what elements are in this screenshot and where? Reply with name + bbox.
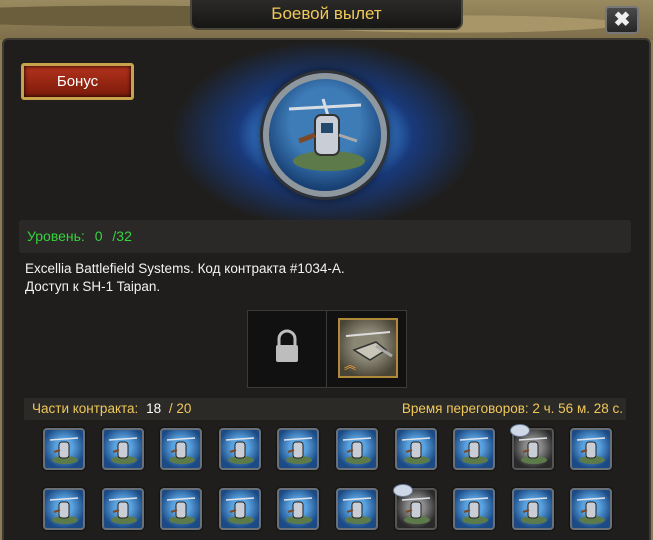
contract-piece[interactable] [101, 428, 144, 470]
description-line-1: Excellia Battlefield Systems. Код контра… [25, 261, 345, 276]
level-max: /32 [112, 228, 132, 244]
helicopter-part-icon [225, 437, 254, 464]
helicopter-emblem-icon [263, 73, 387, 197]
rank-chevron-icon: ︽ [344, 358, 357, 372]
contract-piece[interactable] [160, 488, 203, 530]
contract-piece[interactable] [570, 428, 613, 470]
contract-description: Excellia Battlefield Systems. Код контра… [25, 260, 625, 296]
contract-piece[interactable] [43, 428, 85, 470]
helicopter-part-icon [518, 497, 547, 524]
contract-parts: Части контракта: 18 / 20 [32, 398, 191, 420]
helicopter-part-icon [167, 437, 196, 464]
helicopter-part-icon [342, 497, 372, 524]
contract-piece[interactable] [218, 488, 261, 530]
helicopter-part-icon [460, 437, 489, 464]
helicopter-part-icon [577, 437, 606, 464]
level-label: Уровень: [27, 228, 85, 244]
lock-icon [276, 329, 298, 362]
contract-piece[interactable] [570, 488, 613, 530]
helicopter-part-icon [284, 437, 313, 464]
missing-badge-icon [509, 424, 530, 437]
helicopter-part-icon [577, 497, 606, 524]
contract-piece[interactable] [336, 428, 378, 470]
contract-piece[interactable] [101, 488, 144, 530]
contract-piece[interactable] [43, 488, 85, 530]
parts-current: 18 [146, 401, 162, 416]
close-button[interactable]: ✖ [605, 6, 639, 34]
contract-piece-missing[interactable] [509, 424, 554, 470]
contract-piece-missing[interactable] [392, 484, 437, 530]
helicopter-part-icon [401, 437, 430, 464]
contract-info-bar: Части контракта: 18 / 20 Время переговор… [24, 398, 626, 420]
bonus-button[interactable]: Бонус [21, 63, 134, 100]
contract-piece[interactable] [453, 428, 496, 470]
helicopter-part-icon [460, 497, 489, 524]
level-current: 0 [94, 228, 103, 244]
helicopter-part-icon [167, 497, 196, 524]
negotiation-timer: Время переговоров: 2 ч. 56 м. 28 с. [401, 401, 623, 416]
helicopter-part-icon [108, 497, 137, 524]
helicopter-part-icon [284, 497, 313, 524]
window-title: Боевой вылет [190, 0, 463, 30]
contract-piece[interactable] [218, 428, 261, 470]
level-bar: Уровень: 0 /32 [19, 220, 631, 253]
parts-total: / 20 [168, 401, 192, 416]
contract-piece[interactable] [277, 488, 320, 530]
reward-slots: ︽ [247, 310, 407, 388]
missing-badge-icon [392, 484, 413, 497]
contract-piece[interactable] [160, 428, 203, 470]
contract-piece[interactable] [277, 428, 320, 470]
helicopter-part-icon [49, 497, 79, 524]
contract-piece[interactable] [394, 428, 437, 470]
contract-piece[interactable] [511, 488, 554, 530]
parts-label: Части контракта: [32, 401, 139, 416]
description-line-2: Доступ к SH-1 Taipan. [25, 279, 161, 294]
helicopter-part-icon [225, 497, 254, 524]
helicopter-part-icon [108, 437, 137, 464]
contract-piece[interactable] [453, 488, 496, 530]
reward-slot-unit[interactable]: ︽ [338, 318, 398, 378]
helicopter-part-icon [49, 437, 79, 464]
contract-piece[interactable] [336, 488, 378, 530]
reward-slot-locked[interactable] [248, 311, 327, 387]
helicopter-part-icon [342, 437, 372, 464]
